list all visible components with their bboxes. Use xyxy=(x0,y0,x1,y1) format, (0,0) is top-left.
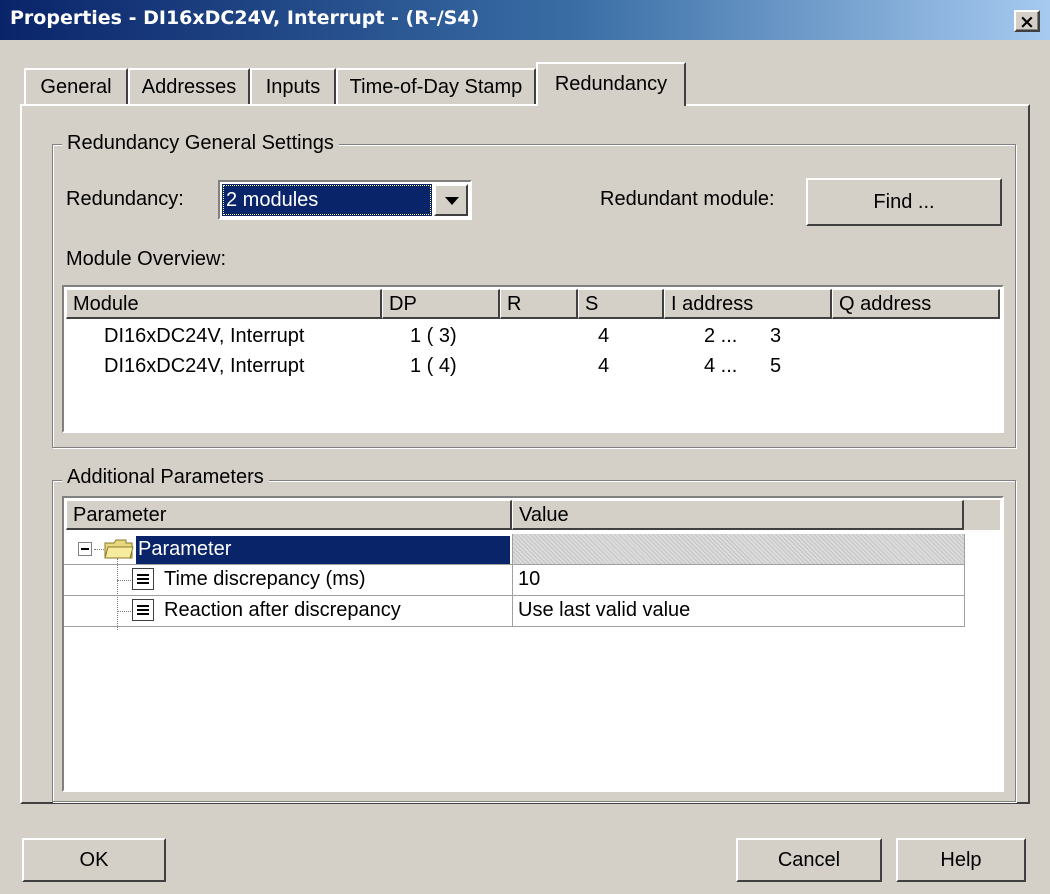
parameter-name: Time discrepancy (ms) xyxy=(164,568,366,590)
column-header-i-address[interactable]: I address xyxy=(664,289,832,319)
tree-line xyxy=(117,558,118,630)
i-address-start: 4 ... xyxy=(704,355,738,377)
parameter-value[interactable]: Use last valid value xyxy=(518,599,690,622)
redundant-module-label: Redundant module: xyxy=(600,188,775,210)
module-name: DI16xDC24V, Interrupt xyxy=(104,355,305,377)
module-overview-label: Module Overview: xyxy=(66,248,227,270)
tab-label: General xyxy=(40,76,112,98)
column-header-module[interactable]: Module xyxy=(66,289,382,319)
parameter-table[interactable]: Parameter Value Parameter Time discrepan… xyxy=(62,496,1004,792)
tab-addresses[interactable]: Addresses xyxy=(128,68,250,104)
chevron-down-icon xyxy=(445,197,459,205)
grid-line xyxy=(964,534,965,627)
tab-general[interactable]: General xyxy=(24,68,128,104)
parameter-icon xyxy=(132,599,154,621)
window-title: Properties - DI16xDC24V, Interrupt - (R-… xyxy=(10,7,480,29)
folder-icon xyxy=(104,538,134,560)
title-bar[interactable]: Properties - DI16xDC24V, Interrupt - (R-… xyxy=(0,0,1050,40)
tab-label: Redundancy xyxy=(554,73,668,95)
group-title: Additional Parameters xyxy=(62,466,269,489)
i-address-start: 2 ... xyxy=(704,325,738,347)
grid-line xyxy=(64,564,964,565)
minus-icon xyxy=(81,548,89,550)
collapse-toggle[interactable] xyxy=(78,542,92,556)
tab-label: Inputs xyxy=(265,76,321,98)
tab-label: Time-of-Day Stamp xyxy=(349,76,523,98)
tree-line xyxy=(94,549,104,550)
tab-time-of-day-stamp[interactable]: Time-of-Day Stamp xyxy=(336,68,536,104)
i-address-end: 5 xyxy=(770,355,782,377)
redundancy-label: Redundancy: xyxy=(66,188,184,210)
parameter-name: Reaction after discrepancy xyxy=(164,599,401,621)
grid-line xyxy=(64,595,964,596)
tree-line xyxy=(117,611,131,612)
tree-line xyxy=(117,580,131,581)
s-value: 4 xyxy=(598,325,610,347)
group-title: Redundancy General Settings xyxy=(62,132,339,155)
root-row-value xyxy=(512,534,964,564)
column-header-q-address[interactable]: Q address xyxy=(832,289,1000,319)
column-header-r[interactable]: R xyxy=(500,289,578,319)
table-row[interactable]: DI16xDC24V, Interrupt 1 ( 3) 4 2 ... 3 xyxy=(64,321,1000,353)
redundancy-select[interactable]: 2 modules xyxy=(218,180,472,220)
root-row-label[interactable]: Parameter xyxy=(136,536,510,564)
cancel-button[interactable]: Cancel xyxy=(736,838,882,882)
close-icon: × xyxy=(1019,11,1035,33)
dp-value: 1 ( 3) xyxy=(410,325,457,347)
help-button[interactable]: Help xyxy=(896,838,1026,882)
s-value: 4 xyxy=(598,355,610,377)
parameter-value[interactable]: 10 xyxy=(518,568,540,591)
column-header-value[interactable]: Value xyxy=(512,500,964,530)
table-row[interactable]: DI16xDC24V, Interrupt 1 ( 4) 4 4 ... 5 xyxy=(64,351,1000,383)
header-filler xyxy=(964,500,1000,530)
column-header-parameter[interactable]: Parameter xyxy=(66,500,512,530)
column-header-s[interactable]: S xyxy=(578,289,664,319)
tab-inputs[interactable]: Inputs xyxy=(250,68,336,104)
redundancy-value: 2 modules xyxy=(222,184,432,216)
grid-line xyxy=(64,626,964,627)
parameter-icon xyxy=(132,568,154,590)
find-button[interactable]: Find ... xyxy=(806,178,1002,226)
dropdown-button[interactable] xyxy=(434,184,468,216)
module-overview-list[interactable]: Module DP R S I address Q address DI16xD… xyxy=(62,285,1004,433)
grid-line xyxy=(512,534,513,627)
tab-label: Addresses xyxy=(141,76,237,98)
module-name: DI16xDC24V, Interrupt xyxy=(104,325,305,347)
dp-value: 1 ( 4) xyxy=(410,355,457,377)
ok-button[interactable]: OK xyxy=(22,838,166,882)
tab-redundancy[interactable]: Redundancy xyxy=(536,62,686,106)
i-address-end: 3 xyxy=(770,325,782,347)
column-header-dp[interactable]: DP xyxy=(382,289,500,319)
close-button[interactable]: × xyxy=(1014,10,1040,32)
